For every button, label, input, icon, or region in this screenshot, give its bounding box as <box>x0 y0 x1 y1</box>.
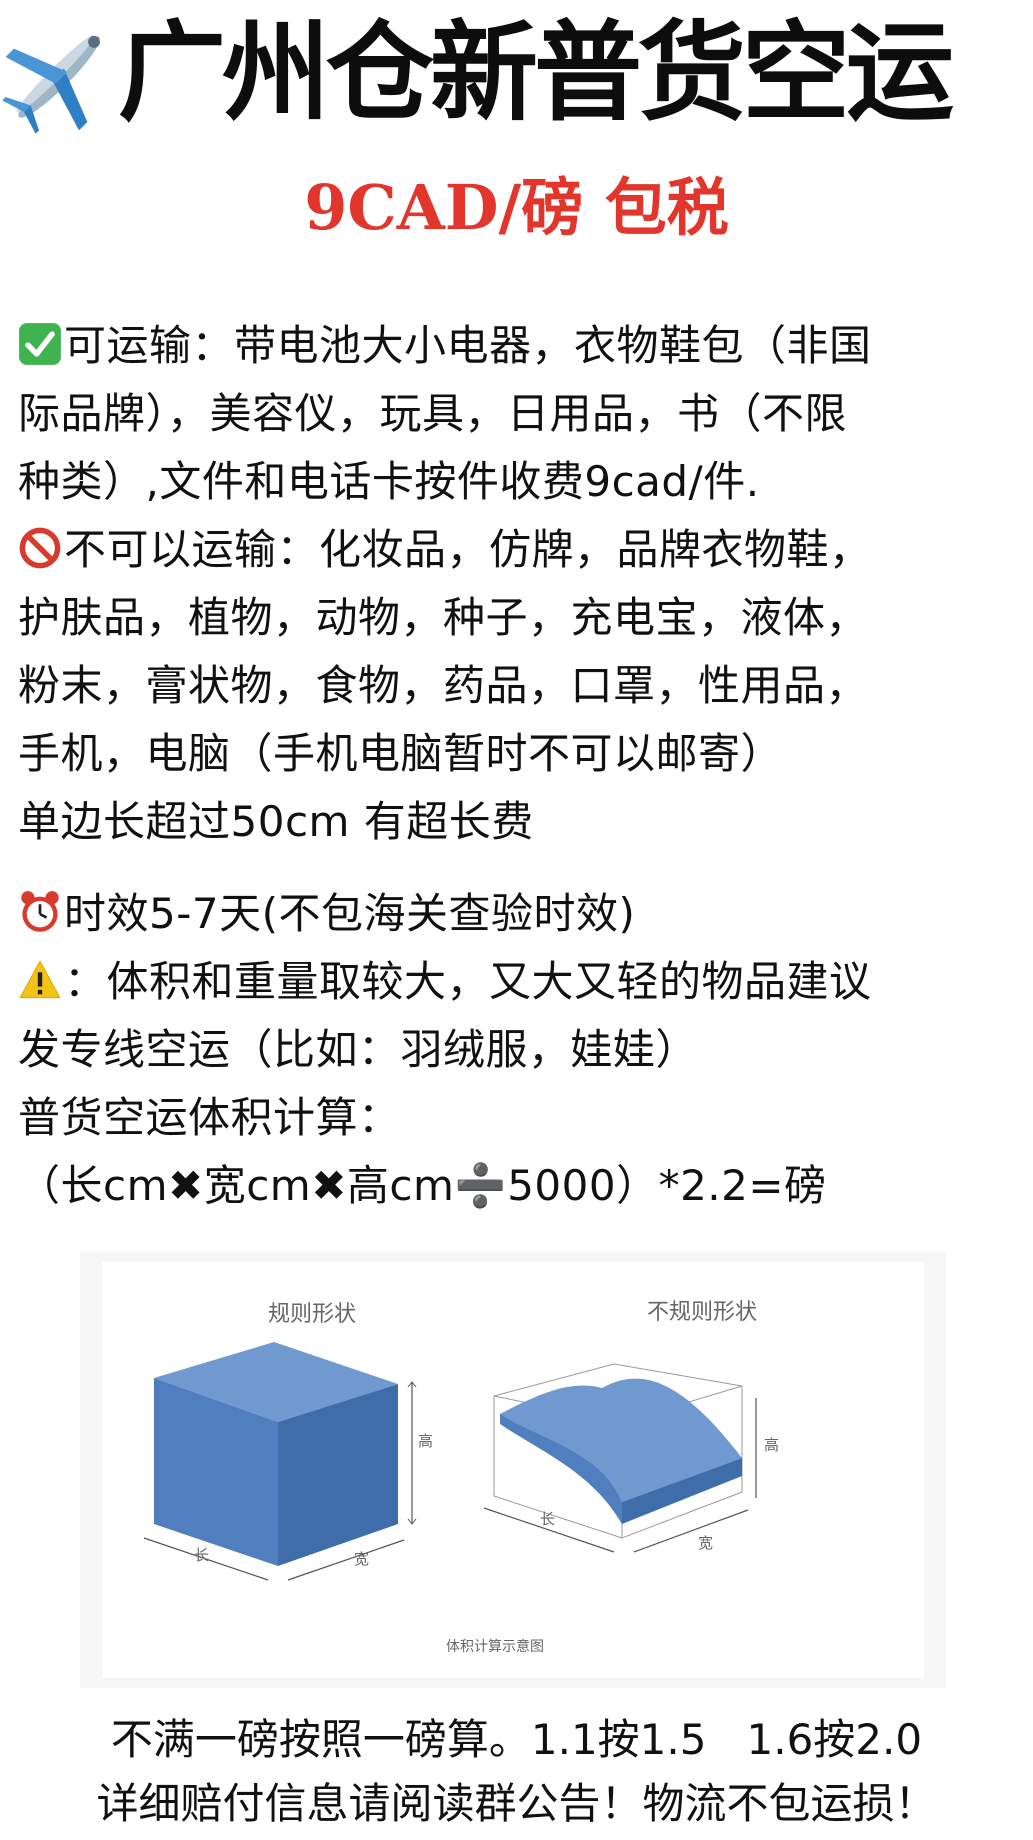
timing-text: 时效5-7天(不包海关查验时效) <box>64 889 636 938</box>
warning-icon <box>19 960 61 999</box>
irregular-height-label: 高 <box>764 1436 780 1454</box>
rounding-rule: 不满一磅按照一磅算。1.1按1.5 1.6按2.0 <box>110 1715 923 1764</box>
regular-height-label: 高 <box>418 1432 434 1450</box>
diagram-caption: 体积计算示意图 <box>446 1639 544 1655</box>
regular-length-label: 长 <box>194 1546 210 1564</box>
alarm-clock-icon <box>21 891 59 932</box>
shape-illustrations <box>143 1342 757 1581</box>
prohibited-icon <box>19 527 61 569</box>
allowed-section: 可运输：带电池大小电器，衣物鞋包（非国 际品牌），美容仪，玩具，日用品，书（不限… <box>18 312 1018 516</box>
regular-width-label: 宽 <box>354 1550 370 1568</box>
irregular-length-label: 长 <box>540 1510 556 1528</box>
timing-section: 时效5-7天(不包海关查验时效) <box>18 880 1018 948</box>
volume-diagram: 规则形状 不规则形状 高 长 宽 高 长 宽 体积计算示意图 <box>80 1252 946 1688</box>
warning-text: ：体积和重量取较大，又大又轻的物品建议 发专线空运（比如：羽绒服，娃娃） 普货空… <box>18 957 872 1210</box>
irregular-width-label: 宽 <box>698 1534 714 1552</box>
warning-section: ：体积和重量取较大，又大又轻的物品建议 发专线空运（比如：羽绒服，娃娃） 普货空… <box>18 948 1018 1220</box>
price-subtitle: 9CAD/磅 包税 <box>304 171 729 244</box>
allowed-text: 可运输：带电池大小电器，衣物鞋包（非国 际品牌），美容仪，玩具，日用品，书（不限… <box>18 321 872 506</box>
airplane-icon <box>2 35 100 134</box>
prohibited-section: 不可以运输：化妆品，仿牌，品牌衣物鞋， 护肤品，植物，动物，种子，充电宝，液体，… <box>18 516 1018 856</box>
prohibited-text: 不可以运输：化妆品，仿牌，品牌衣物鞋， 护肤品，植物，动物，种子，充电宝，液体，… <box>18 525 872 846</box>
header: 广州仓新普货空运 <box>0 0 1033 140</box>
diagram-canvas: 规则形状 不规则形状 高 长 宽 高 长 宽 体积计算示意图 <box>102 1262 924 1678</box>
check-mark-icon <box>19 323 61 365</box>
page-title: 广州仓新普货空运 <box>118 10 954 136</box>
compensation-note: 详细赔付信息请阅读群公告！物流不包运损！ <box>96 1779 937 1828</box>
